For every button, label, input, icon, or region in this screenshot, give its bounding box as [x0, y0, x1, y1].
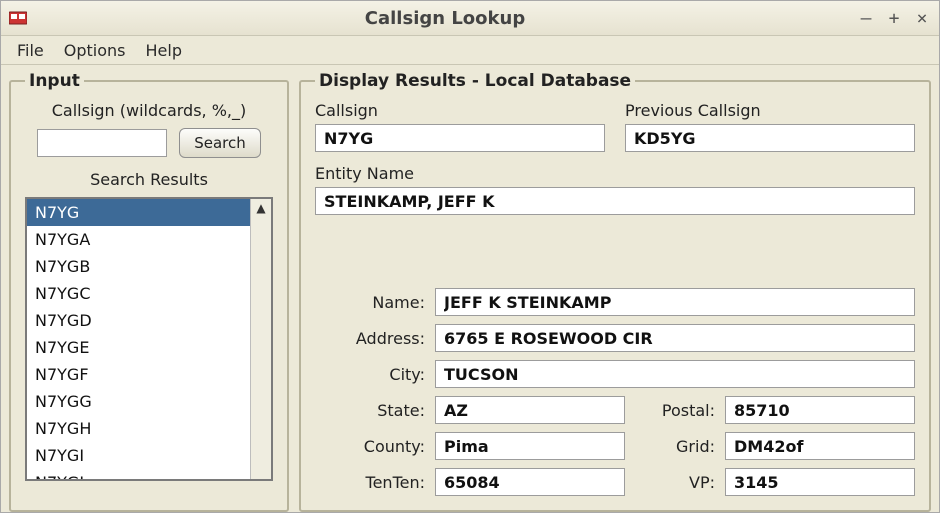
menu-file[interactable]: File	[9, 39, 52, 62]
app-window: Callsign Lookup – + × File Options Help …	[0, 0, 940, 513]
vp-label: VP:	[635, 473, 715, 492]
prev-callsign-label: Previous Callsign	[625, 101, 915, 120]
search-button[interactable]: Search	[179, 128, 261, 158]
details-grid: Name: Address: City: State: Postal: Coun…	[315, 288, 915, 496]
search-input[interactable]	[37, 129, 167, 157]
vp-field[interactable]	[725, 468, 915, 496]
list-item[interactable]: N7YGC	[27, 280, 250, 307]
minimize-button[interactable]: –	[857, 9, 875, 27]
state-label: State:	[315, 401, 425, 420]
results-panel: Display Results - Local Database Callsig…	[299, 71, 931, 512]
close-button[interactable]: ×	[913, 9, 931, 27]
callsign-label: Callsign	[315, 101, 605, 120]
name-field[interactable]	[435, 288, 915, 316]
list-item[interactable]: N7YGB	[27, 253, 250, 280]
name-label: Name:	[315, 293, 425, 312]
tenten-label: TenTen:	[315, 473, 425, 492]
list-item[interactable]: N7YGD	[27, 307, 250, 334]
prev-callsign-col: Previous Callsign	[625, 101, 915, 152]
scroll-up-icon[interactable]: ▲	[251, 199, 271, 217]
list-item[interactable]: N7YGJ	[27, 469, 250, 479]
list-item[interactable]: N7YG	[27, 199, 250, 226]
results-legend: Display Results - Local Database	[315, 71, 635, 91]
input-legend: Input	[25, 71, 84, 91]
menu-help[interactable]: Help	[138, 39, 190, 62]
prev-callsign-field[interactable]	[625, 124, 915, 152]
tenten-field[interactable]	[435, 468, 625, 496]
postal-field[interactable]	[725, 396, 915, 424]
city-field[interactable]	[435, 360, 915, 388]
menu-options[interactable]: Options	[56, 39, 134, 62]
callsign-col: Callsign	[315, 101, 605, 152]
app-icon	[9, 10, 27, 26]
county-field[interactable]	[435, 432, 625, 460]
callsign-field[interactable]	[315, 124, 605, 152]
entity-name-col: Entity Name	[315, 164, 915, 274]
postal-label: Postal:	[635, 401, 715, 420]
list-item[interactable]: N7YGH	[27, 415, 250, 442]
maximize-button[interactable]: +	[885, 9, 903, 27]
list-item[interactable]: N7YGI	[27, 442, 250, 469]
titlebar: Callsign Lookup – + ×	[1, 1, 939, 36]
list-item[interactable]: N7YGA	[27, 226, 250, 253]
list-item[interactable]: N7YGE	[27, 334, 250, 361]
state-field[interactable]	[435, 396, 625, 424]
search-results-items: N7YGN7YGAN7YGBN7YGCN7YGDN7YGEN7YGFN7YGGN…	[27, 199, 250, 479]
callsign-row: Callsign Previous Callsign	[315, 101, 915, 152]
list-scrollbar[interactable]: ▲	[250, 199, 271, 479]
input-panel: Input Callsign (wildcards, %,_) Search S…	[9, 71, 289, 512]
address-field[interactable]	[435, 324, 915, 352]
search-row: Search	[25, 128, 273, 158]
callsign-hint: Callsign (wildcards, %,_)	[25, 101, 273, 120]
window-title: Callsign Lookup	[33, 8, 857, 29]
grid-label: Grid:	[635, 437, 715, 456]
list-item[interactable]: N7YGG	[27, 388, 250, 415]
city-label: City:	[315, 365, 425, 384]
entity-name-label: Entity Name	[315, 164, 915, 183]
grid-field[interactable]	[725, 432, 915, 460]
search-results-list[interactable]: N7YGN7YGAN7YGBN7YGCN7YGDN7YGEN7YGFN7YGGN…	[25, 197, 273, 481]
county-label: County:	[315, 437, 425, 456]
address-label: Address:	[315, 329, 425, 348]
window-buttons: – + ×	[857, 9, 931, 27]
search-results-heading: Search Results	[25, 170, 273, 189]
list-item[interactable]: N7YGF	[27, 361, 250, 388]
entity-name-field[interactable]	[315, 187, 915, 215]
menubar: File Options Help	[1, 36, 939, 65]
content-area: Input Callsign (wildcards, %,_) Search S…	[1, 65, 939, 512]
